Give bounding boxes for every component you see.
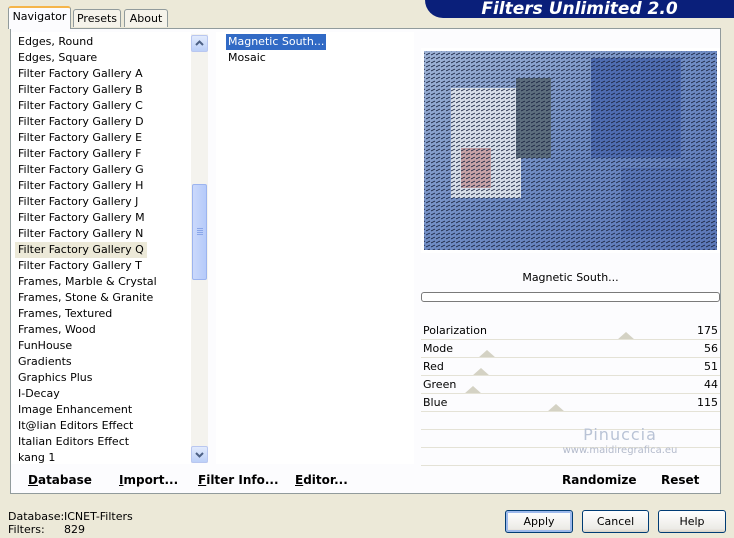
param-divider — [421, 357, 720, 358]
cancel-button[interactable]: Cancel — [582, 510, 649, 533]
effect-item-mosaic[interactable]: Mosaic — [226, 50, 268, 66]
effect-name-label: Magnetic South... — [522, 271, 619, 284]
filter-list-item[interactable]: Filter Factory Gallery T — [15, 258, 145, 274]
filter-list-item[interactable]: Filter Factory Gallery D — [15, 114, 147, 130]
param-divider — [421, 339, 720, 340]
database-value: ICNET-Filters — [64, 510, 133, 523]
filter-list-item[interactable]: Filter Factory Gallery C — [15, 98, 146, 114]
filter-list-item[interactable]: Image Enhancement — [15, 402, 135, 418]
import-button[interactable]: Import... — [119, 472, 178, 488]
filter-list-item[interactable]: Graphics Plus — [15, 370, 95, 386]
filter-info-button[interactable]: Filter Info... — [198, 472, 279, 488]
effect-list[interactable]: Magnetic South... Mosaic — [216, 32, 414, 464]
filter-list-item[interactable]: Filter Factory Gallery A — [15, 66, 146, 82]
filter-list-item[interactable]: Filter Factory Gallery G — [15, 162, 147, 178]
tab-navigator[interactable]: Navigator — [8, 6, 71, 29]
filter-list-item[interactable]: Filter Factory Gallery J — [15, 194, 141, 210]
param-value: 115 — [697, 396, 718, 409]
scroll-up-button[interactable] — [191, 35, 208, 52]
database-label: Database: — [8, 510, 65, 523]
chevron-down-icon — [195, 452, 204, 458]
param-row-mode[interactable]: Mode 56 — [421, 340, 720, 358]
param-row-green[interactable]: Green 44 — [421, 376, 720, 394]
param-label: Green — [423, 378, 457, 391]
filter-list-item[interactable]: Frames, Wood — [15, 322, 99, 338]
param-label: Mode — [423, 342, 453, 355]
filter-list-item[interactable]: Edges, Round — [15, 34, 96, 50]
param-value: 44 — [704, 378, 718, 391]
reset-button[interactable]: Reset — [661, 472, 699, 488]
param-divider — [421, 375, 720, 376]
param-value: 175 — [697, 324, 718, 337]
filter-list-item[interactable]: Filter Factory Gallery N — [15, 226, 146, 242]
filter-list-item[interactable]: Filter Factory Gallery B — [15, 82, 146, 98]
filter-list-item[interactable]: Filter Factory Gallery E — [15, 130, 145, 146]
watermark-site: www.maidiregrafica.eu — [562, 445, 678, 456]
filter-list-item[interactable]: Filter Factory Gallery F — [15, 146, 144, 162]
param-divider — [421, 411, 720, 412]
editor-button[interactable]: Editor... — [295, 472, 348, 488]
filter-list-item[interactable]: Frames, Textured — [15, 306, 115, 322]
filter-list-scrollbar[interactable] — [191, 34, 208, 463]
filter-list-item[interactable]: I-Decay — [15, 386, 63, 402]
filter-list-item[interactable]: Filter Factory Gallery M — [15, 210, 148, 226]
preview-frame — [421, 48, 720, 253]
filter-list-item[interactable]: kang 1 — [15, 450, 58, 466]
filter-list-item[interactable]: Italian Editors Effect — [15, 434, 132, 450]
progress-bar — [421, 292, 720, 302]
filter-list-item[interactable]: Filter Factory Gallery H — [15, 178, 146, 194]
app-title-banner: Filters Unlimited 2.0 — [425, 0, 734, 18]
filters-label: Filters: — [8, 523, 45, 536]
chevron-up-icon — [195, 40, 204, 46]
param-row-blue[interactable]: Blue 115 — [421, 394, 720, 412]
filter-list-item[interactable]: It@lian Editors Effect — [15, 418, 136, 434]
param-value: 51 — [704, 360, 718, 373]
help-button[interactable]: Help — [658, 510, 726, 533]
param-divider — [421, 393, 720, 394]
param-label: Red — [423, 360, 444, 373]
filter-list-item[interactable]: Filter Factory Gallery Q — [15, 242, 147, 258]
watermark-name: Pinuccia — [583, 425, 657, 444]
database-button[interactable]: Database — [28, 472, 92, 488]
param-label: Blue — [423, 396, 448, 409]
filter-list-item[interactable]: Edges, Square — [15, 50, 100, 66]
scroll-down-button[interactable] — [191, 446, 208, 463]
param-row-polarization[interactable]: Polarization 175 — [421, 322, 720, 340]
effect-item-magnetic-south[interactable]: Magnetic South... — [226, 34, 327, 50]
filter-list-item[interactable]: Gradients — [15, 354, 75, 370]
tab-presets[interactable]: Presets — [73, 9, 121, 27]
filter-list-item[interactable]: Frames, Stone & Granite — [15, 290, 156, 306]
param-label: Polarization — [423, 324, 487, 337]
param-value: 56 — [704, 342, 718, 355]
filter-list-item[interactable]: Frames, Marble & Crystal — [15, 274, 160, 290]
preview-image — [424, 51, 717, 250]
filter-category-list[interactable]: Edges, Round Edges, Square Filter Factory … — [11, 32, 191, 464]
tab-about[interactable]: About — [124, 9, 168, 27]
randomize-button[interactable]: Randomize — [562, 472, 636, 488]
param-divider — [421, 465, 720, 466]
filter-list-item[interactable]: FunHouse — [15, 338, 75, 354]
filters-count: 829 — [64, 523, 85, 536]
apply-button[interactable]: Apply — [505, 510, 573, 533]
param-row-red[interactable]: Red 51 — [421, 358, 720, 376]
scroll-thumb[interactable] — [192, 184, 207, 280]
